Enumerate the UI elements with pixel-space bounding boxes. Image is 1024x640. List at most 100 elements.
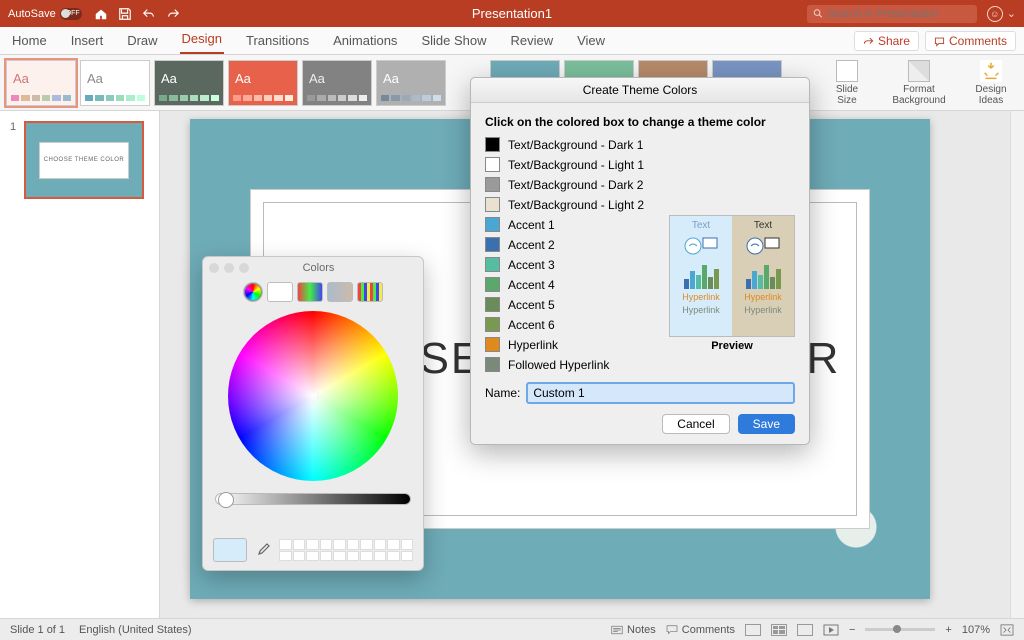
color-row[interactable]: Followed Hyperlink bbox=[485, 357, 795, 372]
color-label: Accent 6 bbox=[508, 318, 555, 332]
comments-button[interactable]: Comments bbox=[925, 31, 1016, 51]
color-label: Accent 2 bbox=[508, 238, 555, 252]
slide-panel: 1 CHOOSE THEME COLOR bbox=[0, 111, 160, 618]
design-ideas-label: Design Ideas bbox=[975, 84, 1006, 106]
color-label: Text/Background - Dark 1 bbox=[508, 138, 643, 152]
color-swatch[interactable] bbox=[485, 217, 500, 232]
view-reading-icon[interactable] bbox=[797, 624, 813, 636]
view-slideshow-icon[interactable] bbox=[823, 624, 839, 636]
crosshair-icon[interactable] bbox=[307, 390, 319, 402]
tab-transitions[interactable]: Transitions bbox=[244, 28, 311, 54]
theme-thumb[interactable]: Aa bbox=[376, 60, 446, 106]
theme-thumb[interactable]: Aa bbox=[154, 60, 224, 106]
color-swatch[interactable] bbox=[485, 157, 500, 172]
theme-colors-dialog: Create Theme Colors Click on the colored… bbox=[470, 77, 810, 445]
tab-review[interactable]: Review bbox=[508, 28, 555, 54]
search-input[interactable] bbox=[827, 8, 971, 20]
current-color-swatch[interactable] bbox=[213, 538, 247, 562]
undo-icon[interactable] bbox=[142, 7, 156, 21]
color-swatch[interactable] bbox=[485, 337, 500, 352]
slide-size-icon bbox=[836, 60, 858, 82]
palettes-tab-icon[interactable] bbox=[297, 282, 323, 302]
slide-size-button[interactable]: Slide Size bbox=[820, 60, 874, 106]
tab-view[interactable]: View bbox=[575, 28, 607, 54]
brightness-slider[interactable] bbox=[215, 493, 411, 505]
color-swatch[interactable] bbox=[485, 137, 500, 152]
status-bar: Slide 1 of 1 English (United States) Not… bbox=[0, 618, 1024, 640]
color-swatch[interactable] bbox=[485, 177, 500, 192]
name-input[interactable] bbox=[526, 382, 795, 404]
theme-thumb[interactable]: Aa bbox=[302, 60, 372, 106]
tab-slideshow[interactable]: Slide Show bbox=[419, 28, 488, 54]
tab-insert[interactable]: Insert bbox=[69, 28, 106, 54]
swatch-grid[interactable] bbox=[279, 539, 413, 561]
color-wheel[interactable] bbox=[228, 311, 398, 481]
zoom-level[interactable]: 107% bbox=[962, 624, 990, 636]
color-swatch[interactable] bbox=[485, 317, 500, 332]
color-swatch[interactable] bbox=[485, 257, 500, 272]
color-row[interactable]: Text/Background - Dark 2 bbox=[485, 177, 795, 192]
chevron-down-icon[interactable]: ⌄ bbox=[1007, 7, 1016, 20]
color-row[interactable]: Text/Background - Dark 1 bbox=[485, 137, 795, 152]
preview-panel: Text Hyperlink Hyperlink Text Hyperlink … bbox=[669, 215, 795, 352]
tab-animations[interactable]: Animations bbox=[331, 28, 399, 54]
sliders-tab-icon[interactable] bbox=[267, 282, 293, 302]
vertical-scrollbar[interactable] bbox=[1010, 111, 1024, 618]
feedback-icon[interactable]: ☺ bbox=[987, 6, 1003, 22]
design-ideas-icon bbox=[980, 60, 1002, 82]
zoom-icon[interactable] bbox=[239, 263, 249, 273]
format-bg-icon bbox=[908, 60, 930, 82]
close-icon[interactable] bbox=[209, 263, 219, 273]
color-row[interactable]: Text/Background - Light 2 bbox=[485, 197, 795, 212]
share-button[interactable]: Share bbox=[854, 31, 919, 51]
image-tab-icon[interactable] bbox=[327, 282, 353, 302]
tab-home[interactable]: Home bbox=[10, 28, 49, 54]
slide-thumbnail[interactable]: CHOOSE THEME COLOR bbox=[24, 121, 144, 199]
quick-access bbox=[94, 7, 180, 21]
color-swatch[interactable] bbox=[485, 357, 500, 372]
format-background-button[interactable]: Format Background bbox=[892, 60, 946, 106]
color-swatch[interactable] bbox=[485, 237, 500, 252]
tab-design[interactable]: Design bbox=[180, 26, 224, 54]
notes-button[interactable]: Notes bbox=[611, 624, 656, 636]
color-swatch[interactable] bbox=[485, 197, 500, 212]
color-label: Text/Background - Dark 2 bbox=[508, 178, 643, 192]
preview-light: Text Hyperlink Hyperlink bbox=[670, 216, 732, 336]
status-language[interactable]: English (United States) bbox=[79, 624, 192, 636]
search-box[interactable] bbox=[807, 5, 977, 23]
name-label: Name: bbox=[485, 386, 520, 400]
redo-icon[interactable] bbox=[166, 7, 180, 21]
autosave[interactable]: AutoSave OFF bbox=[8, 8, 82, 20]
theme-thumb[interactable]: Aa bbox=[6, 60, 76, 106]
color-row[interactable]: Text/Background - Light 1 bbox=[485, 157, 795, 172]
zoom-out-icon[interactable]: − bbox=[849, 624, 855, 636]
color-label: Accent 5 bbox=[508, 298, 555, 312]
zoom-in-icon[interactable]: + bbox=[945, 624, 951, 636]
fit-to-window-icon[interactable] bbox=[1000, 624, 1014, 636]
tab-draw[interactable]: Draw bbox=[125, 28, 159, 54]
color-swatch[interactable] bbox=[485, 297, 500, 312]
titlebar: AutoSave OFF Presentation1 ☺ ⌄ bbox=[0, 0, 1024, 27]
eyedropper-icon[interactable] bbox=[255, 542, 271, 558]
colors-title: Colors bbox=[254, 262, 383, 274]
theme-thumb[interactable]: Aa bbox=[228, 60, 298, 106]
home-icon[interactable] bbox=[94, 7, 108, 21]
theme-thumb[interactable]: Aa bbox=[80, 60, 150, 106]
search-icon bbox=[813, 8, 823, 19]
autosave-toggle[interactable]: OFF bbox=[60, 8, 82, 20]
cancel-button[interactable]: Cancel bbox=[662, 414, 729, 434]
save-button[interactable]: Save bbox=[738, 414, 795, 434]
wheel-tab-icon[interactable] bbox=[243, 282, 263, 302]
color-swatch[interactable] bbox=[485, 277, 500, 292]
view-sorter-icon[interactable] bbox=[771, 624, 787, 636]
design-ideas-button[interactable]: Design Ideas bbox=[964, 60, 1018, 106]
pencils-tab-icon[interactable] bbox=[357, 282, 383, 302]
zoom-slider[interactable] bbox=[865, 628, 935, 631]
view-normal-icon[interactable] bbox=[745, 624, 761, 636]
minimize-icon[interactable] bbox=[224, 263, 234, 273]
save-icon[interactable] bbox=[118, 7, 132, 21]
comments-status-button[interactable]: Comments bbox=[666, 624, 735, 636]
color-label: Text/Background - Light 2 bbox=[508, 198, 644, 212]
color-label: Hyperlink bbox=[508, 338, 558, 352]
color-label: Text/Background - Light 1 bbox=[508, 158, 644, 172]
